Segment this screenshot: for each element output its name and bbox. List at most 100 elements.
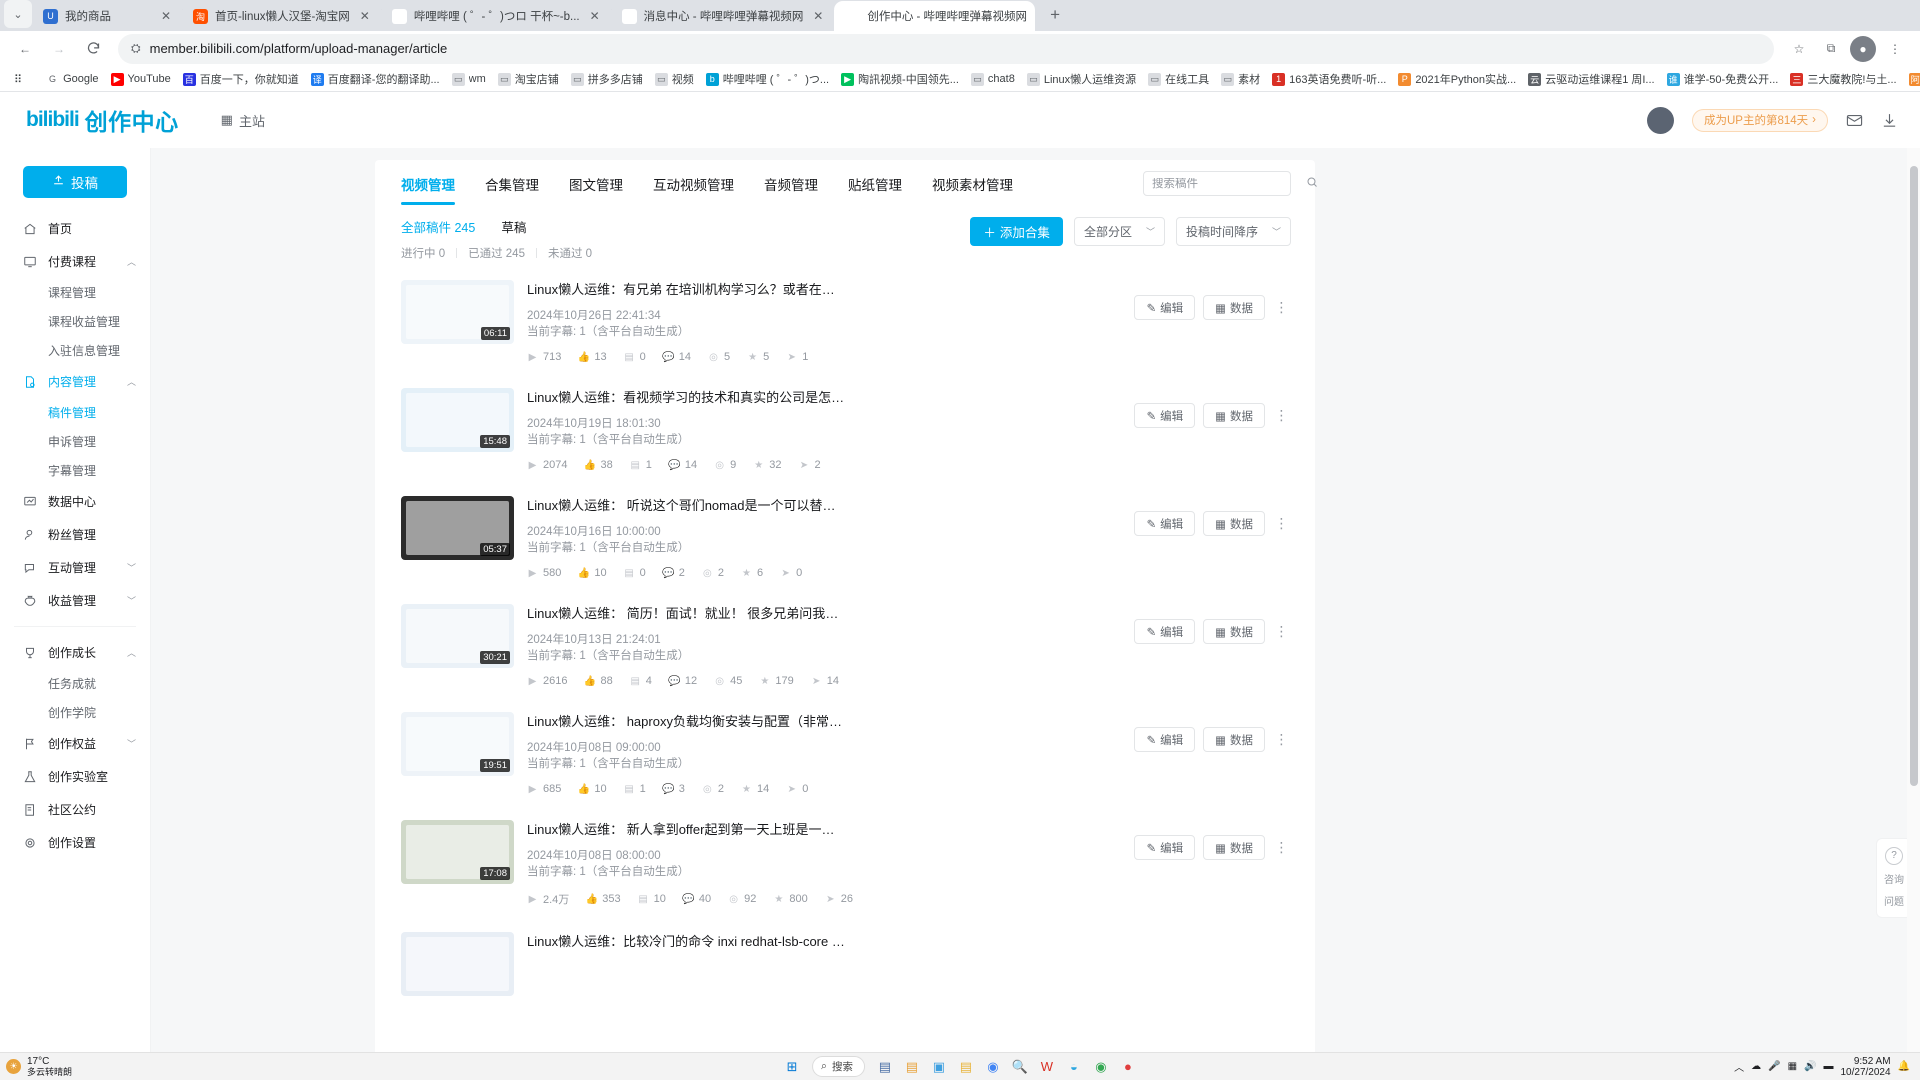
- tab-合集管理[interactable]: 合集管理: [485, 174, 539, 205]
- bookmark-item[interactable]: 云云驱动运维课程1 周I...: [1522, 68, 1660, 90]
- sidebar-item-粉丝管理[interactable]: 粉丝管理: [0, 518, 150, 551]
- network-icon[interactable]: ▦: [1788, 1061, 1797, 1072]
- video-row[interactable]: 06:11 Linux懒人运维：有兄弟 在培训机构学习么？或者在大学… 2024年1…: [401, 267, 1291, 375]
- file-explorer-icon[interactable]: ▤: [899, 1056, 925, 1078]
- apps-grid-icon[interactable]: ⠿: [8, 70, 28, 89]
- data-button[interactable]: ▦ 数据: [1203, 403, 1265, 429]
- bookmark-item[interactable]: ▶ YouTube: [105, 70, 177, 89]
- reload-icon[interactable]: [78, 34, 108, 64]
- video-title[interactable]: Linux懒人运维：看视频学习的技术和真实的公司是怎么…: [527, 389, 847, 406]
- sidebar-subitem-任务成就[interactable]: 任务成就: [0, 669, 150, 698]
- video-title[interactable]: Linux懒人运维：比较冷门的命令 inxi redhat-lsb-core v…: [527, 933, 847, 950]
- sidebar-item-数据中心[interactable]: 数据中心: [0, 485, 150, 518]
- chevron-icon[interactable]: ︿: [127, 646, 136, 659]
- video-row[interactable]: 19:51 Linux懒人运维： haproxy负载均衡安装与配置（非常简单… 2 0…: [401, 699, 1291, 807]
- sub-status-approved[interactable]: 已通过 245: [457, 245, 536, 261]
- sidebar-subitem-课程收益管理[interactable]: 课程收益管理: [0, 307, 150, 336]
- search-box[interactable]: [1143, 171, 1317, 197]
- close-icon[interactable]: ✕: [587, 8, 603, 24]
- more-options-button[interactable]: ⋮: [1273, 299, 1291, 316]
- more-options-button[interactable]: ⋮: [1273, 623, 1291, 640]
- edit-button[interactable]: ✎ 编辑: [1134, 619, 1196, 645]
- bookmark-item[interactable]: 阿阿里DevOps攻略!...: [1903, 68, 1920, 90]
- data-button[interactable]: ▦ 数据: [1203, 511, 1265, 537]
- sub-status-rejected[interactable]: 未通过 0: [537, 245, 603, 261]
- weather-widget[interactable]: ☀ 17°C 多云转晴朗: [6, 1056, 72, 1078]
- forward-icon[interactable]: →: [44, 34, 74, 64]
- search-input[interactable]: [1152, 177, 1306, 190]
- bookmark-item[interactable]: P 2021年Python实战...: [1392, 68, 1522, 90]
- more-options-button[interactable]: ⋮: [1273, 407, 1291, 424]
- edit-button[interactable]: ✎ 编辑: [1134, 511, 1196, 537]
- browser-tab[interactable]: ▣ 消息中心 - 哔哩哔哩弹幕视频网 ✕: [610, 1, 836, 31]
- record-icon[interactable]: ●: [1115, 1056, 1141, 1078]
- chrome-menu-icon[interactable]: ⋮: [1880, 34, 1910, 64]
- video-row[interactable]: Linux懒人运维：比较冷门的命令 inxi redhat-lsb-core v…: [401, 919, 1291, 1008]
- video-row[interactable]: 30:21 Linux懒人运维： 简历！面试！就业！ 很多兄弟问我如何… 2024年…: [401, 591, 1291, 699]
- tab-音频管理[interactable]: 音频管理: [764, 174, 818, 205]
- tab-视频管理[interactable]: 视频管理: [401, 174, 455, 205]
- sidebar-subitem-申诉管理[interactable]: 申诉管理: [0, 427, 150, 456]
- edit-button[interactable]: ✎ 编辑: [1134, 727, 1196, 753]
- more-options-button[interactable]: ⋮: [1273, 731, 1291, 748]
- data-button[interactable]: ▦ 数据: [1203, 619, 1265, 645]
- volume-icon[interactable]: 🔊: [1804, 1061, 1816, 1072]
- header-nav[interactable]: ▦ 主站: [221, 111, 265, 130]
- page-scrollbar[interactable]: [1907, 148, 1920, 1052]
- bookmark-item[interactable]: ▭ 素材: [1215, 68, 1266, 90]
- chrome-icon[interactable]: ◉: [980, 1056, 1006, 1078]
- more-options-button[interactable]: ⋮: [1273, 515, 1291, 532]
- bookmark-item[interactable]: ▶ 陶訊视频-中国领先...: [835, 68, 965, 90]
- video-title[interactable]: Linux懒人运维： haproxy负载均衡安装与配置（非常简单…: [527, 713, 847, 730]
- video-thumbnail[interactable]: 30:21: [401, 604, 514, 669]
- bookmark-item[interactable]: 谁谁学-50-免费公开...: [1661, 68, 1785, 90]
- browser-tab[interactable]: U 我的商品 ✕: [32, 1, 183, 31]
- sidebar-subitem-稿件管理[interactable]: 稿件管理: [0, 398, 150, 427]
- address-bar[interactable]: ⛭ member.bilibili.com/platform/upload-ma…: [118, 33, 1774, 64]
- tab-贴纸管理[interactable]: 贴纸管理: [848, 174, 902, 205]
- data-button[interactable]: ▦ 数据: [1203, 835, 1265, 861]
- video-thumbnail[interactable]: [401, 932, 514, 997]
- browser-tab[interactable]: 淘首页-linux懒人汉堡-淘宝网 ✕: [182, 1, 382, 31]
- add-collection-button[interactable]: ＋ 添加合集: [970, 217, 1063, 247]
- bookmark-item[interactable]: 译百度翻译-您的翻译助...: [305, 68, 446, 90]
- close-icon[interactable]: ✕: [810, 8, 826, 24]
- bookmark-item[interactable]: b 哔哩哔哩 ( ゜- ゜)つ...: [700, 68, 835, 90]
- more-options-button[interactable]: ⋮: [1273, 839, 1291, 856]
- browser-tab[interactable]: ▣ 创作中心 - 哔哩哔哩弹幕视频网: [834, 1, 1036, 31]
- bookmark-item[interactable]: 百百度一下，你就知道: [177, 68, 305, 90]
- profile-avatar[interactable]: ●: [1848, 34, 1878, 64]
- data-button[interactable]: ▦ 数据: [1203, 727, 1265, 753]
- folder-icon[interactable]: ▤: [953, 1056, 979, 1078]
- sidebar-item-创作实验室[interactable]: 创作实验室: [0, 760, 150, 793]
- video-title[interactable]: Linux懒人运维：有兄弟 在培训机构学习么？或者在大学…: [527, 281, 847, 298]
- bell-icon[interactable]: 🔔: [1898, 1061, 1910, 1072]
- bookmark-item[interactable]: ▭ wm: [446, 70, 492, 89]
- chevron-icon[interactable]: ﹀: [127, 737, 136, 750]
- video-thumbnail[interactable]: 15:48: [401, 388, 514, 453]
- sidebar-item-创作权益[interactable]: 创作权益 ﹀: [0, 727, 150, 760]
- video-thumbnail[interactable]: 19:51: [401, 712, 514, 777]
- tab-视频素材管理[interactable]: 视频素材管理: [932, 174, 1013, 205]
- sidebar-subitem-创作学院[interactable]: 创作学院: [0, 698, 150, 727]
- back-icon[interactable]: ←: [10, 34, 40, 64]
- search-icon[interactable]: 🔍: [1007, 1056, 1033, 1078]
- edit-button[interactable]: ✎ 编辑: [1134, 295, 1196, 321]
- start-button[interactable]: ⊞: [779, 1056, 805, 1078]
- sidebar-item-创作成长[interactable]: 创作成长 ︿: [0, 636, 150, 669]
- bookmark-item[interactable]: ▭ chat8: [965, 70, 1021, 89]
- close-icon[interactable]: ✕: [357, 8, 373, 24]
- chevron-icon[interactable]: ﹀: [127, 561, 136, 574]
- chrome2-icon[interactable]: ◉: [1088, 1056, 1114, 1078]
- bookmark-star-icon[interactable]: ☆: [1784, 34, 1814, 64]
- tab-图文管理[interactable]: 图文管理: [569, 174, 623, 205]
- battery-icon[interactable]: ▬: [1823, 1061, 1833, 1072]
- mic-icon[interactable]: 🎤: [1768, 1061, 1780, 1072]
- status-tab-draft[interactable]: 草稿: [501, 217, 526, 236]
- browser-tab[interactable]: ▣ 哔哩哔哩 ( ゜- ゜)つロ 干杯~-b... ✕: [380, 1, 612, 31]
- video-title[interactable]: Linux懒人运维： 简历！面试！就业！ 很多兄弟问我如何…: [527, 605, 847, 622]
- status-tab-all[interactable]: 全部稿件 245: [401, 217, 475, 236]
- edit-button[interactable]: ✎ 编辑: [1134, 835, 1196, 861]
- extensions-icon[interactable]: ⧉: [1816, 34, 1846, 64]
- video-title[interactable]: Linux懒人运维： 听说这个哥们nomad是一个可以替代Ku…: [527, 497, 847, 514]
